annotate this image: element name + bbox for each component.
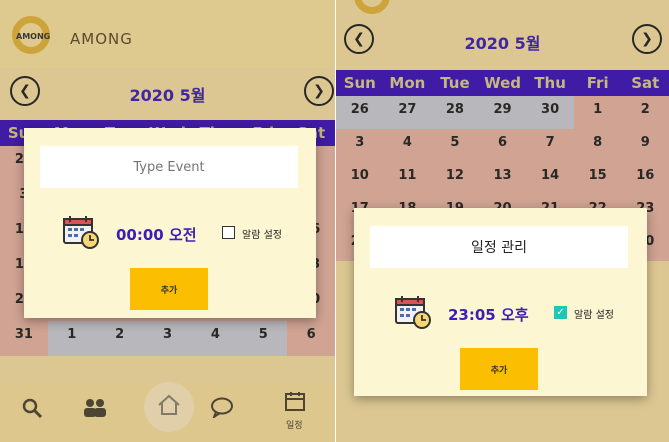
event-input[interactable] <box>370 226 628 268</box>
add-event-dialog: 00:00 오전 알람 설정 추가 <box>24 128 316 318</box>
alarm-label: 알람 설정 <box>242 230 282 241</box>
add-event-dialog: 23:05 오후 ✓ 알람 설정 추가 <box>354 208 647 396</box>
add-button[interactable]: 추가 <box>460 348 538 390</box>
event-input[interactable] <box>40 146 298 188</box>
calendar-clock-icon <box>62 214 100 254</box>
time-selector[interactable]: 23:05 오후 <box>448 304 529 325</box>
left-screen: AMONG AMONG ❮ 2020 5월 ❯ Sun Mon Tue Wed … <box>0 0 335 442</box>
right-screen: ❮ 2020 5월 ❯ Sun Mon Tue Wed Thu Fri Sat … <box>336 0 669 442</box>
add-button[interactable]: 추가 <box>130 268 208 310</box>
time-selector[interactable]: 00:00 오전 <box>116 224 197 245</box>
alarm-checkbox[interactable] <box>222 226 235 239</box>
alarm-label: 알람 설정 <box>574 310 614 321</box>
alarm-checkbox[interactable]: ✓ <box>554 306 567 319</box>
calendar-clock-icon <box>394 294 432 334</box>
